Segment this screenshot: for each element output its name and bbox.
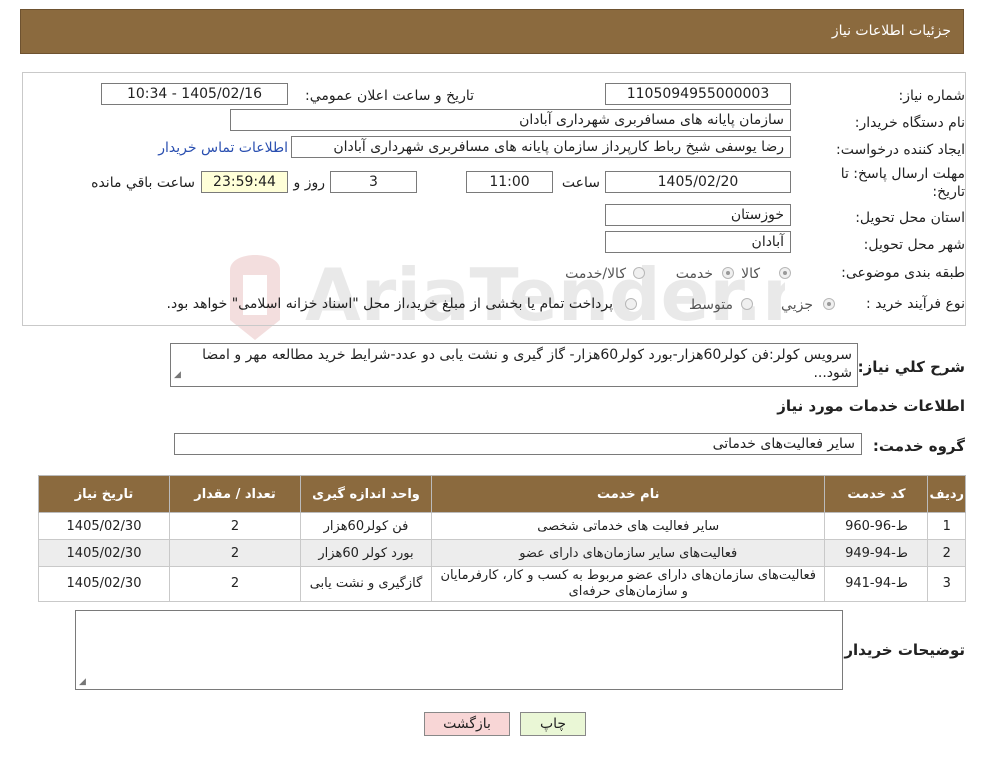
remaining-time-field: 23:59:44 [201, 171, 288, 193]
service-group-label: گروه خدمت: [872, 437, 965, 455]
cell-qty: 2 [169, 512, 301, 540]
treasury-note: پرداخت تمام يا بخشی از مبلغ خريد،از محل … [166, 296, 613, 312]
page-title: جزئيات اطلاعات نياز [831, 23, 951, 39]
time-label: ساعت [561, 175, 600, 191]
cell-name: فعالیت‌های سازمان‌های دارای عضو مربوط به… [430, 566, 826, 602]
category-radio-goods-service[interactable] [633, 267, 645, 279]
summary-textarea[interactable]: سرویس کولر:فن کولر60هزار-بورد کولر60هزار… [170, 343, 858, 387]
cell-idx: 3 [927, 566, 966, 602]
cell-qty: 2 [169, 539, 301, 567]
remaining-label: ساعت باقي مانده [91, 175, 195, 191]
category-option-service: خدمت [675, 266, 713, 282]
need-number-label: شماره نياز: [898, 88, 966, 104]
cell-idx: 2 [927, 539, 966, 567]
days-label: روز و [293, 175, 326, 191]
table-row: 3 ط-94-941 فعالیت‌های سازمان‌های دارای ع… [38, 566, 966, 602]
col-need-date: تاريخ نياز [38, 475, 170, 513]
col-service-name: نام خدمت [430, 475, 826, 513]
purchase-radio-treasury[interactable] [625, 298, 637, 310]
col-row-number: رديف [927, 475, 966, 513]
creator-field: رضا یوسفی شیخ رباط کارپرداز سازمان پایان… [291, 136, 791, 158]
cell-date: 1405/02/30 [38, 512, 170, 540]
purchase-option-partial: جزيي [781, 297, 813, 313]
buyer-notes-label: توضيحات خريدار: [838, 641, 965, 659]
col-quantity: تعداد / مقدار [169, 475, 301, 513]
resize-grip-icon[interactable]: ◢ [174, 366, 181, 384]
category-option-goods: کالا [741, 266, 760, 282]
services-title: اطلاعات خدمات مورد نياز [777, 397, 965, 415]
cell-date: 1405/02/30 [38, 539, 170, 567]
services-table: رديف کد خدمت نام خدمت واحد اندازه گيری ت… [38, 475, 966, 602]
need-number-field: 1105094955000003 [605, 83, 791, 105]
deadline-label: مهلت ارسال پاسخ: تا تاريخ: [840, 166, 965, 200]
creator-label: ايجاد کننده درخواست: [836, 142, 965, 158]
category-option-goods-service: کالا/خدمت [565, 266, 626, 282]
table-row: 1 ط-96-960 سایر فعالیت های خدماتی شخصی ف… [38, 512, 966, 540]
purchase-type-label: نوع فرآيند خريد : [866, 296, 965, 312]
col-service-code: کد خدمت [824, 475, 929, 513]
announce-field: 1405/02/16 - 10:34 [101, 83, 288, 105]
cell-code: ط-94-941 [824, 566, 929, 602]
cell-date: 1405/02/30 [38, 566, 170, 602]
table-row: 2 ط-94-949 فعالیت‌های سایر سازمان‌های دا… [38, 539, 966, 567]
purchase-option-medium: متوسط [689, 297, 733, 313]
cell-name: سایر فعالیت های خدماتی شخصی [430, 512, 826, 540]
city-field: آبادان [605, 231, 791, 253]
province-label: استان محل تحويل: [855, 210, 965, 226]
resize-grip-icon[interactable]: ◢ [79, 677, 86, 687]
page-header: جزئيات اطلاعات نياز [20, 9, 964, 54]
cell-qty: 2 [169, 566, 301, 602]
deadline-time-field: 11:00 [466, 171, 553, 193]
col-unit: واحد اندازه گيری [300, 475, 432, 513]
days-field: 3 [330, 171, 417, 193]
cell-name: فعالیت‌های سایر سازمان‌های دارای عضو [430, 539, 826, 567]
deadline-date-field: 1405/02/20 [605, 171, 791, 193]
category-radio-goods[interactable] [779, 267, 791, 279]
service-group-field: سایر فعالیت‌های خدماتی [174, 433, 862, 455]
buyer-field: سازمان پایانه های مسافربری شهرداری آبادا… [230, 109, 791, 131]
cell-code: ط-94-949 [824, 539, 929, 567]
buyer-notes-textarea[interactable]: ◢ [75, 610, 843, 690]
cell-unit: فن کولر60هزار [300, 512, 432, 540]
category-radio-service[interactable] [722, 267, 734, 279]
cell-code: ط-96-960 [824, 512, 929, 540]
cell-unit: بورد کولر 60هزار [300, 539, 432, 567]
back-button[interactable]: بازگشت [424, 712, 510, 736]
contact-info-link[interactable]: اطلاعات تماس خريدار [158, 140, 288, 156]
services-table-header: رديف کد خدمت نام خدمت واحد اندازه گيری ت… [38, 475, 966, 513]
city-label: شهر محل تحويل: [863, 237, 965, 253]
summary-text: سرویس کولر:فن کولر60هزار-بورد کولر60هزار… [202, 347, 852, 381]
buyer-label: نام دستگاه خريدار: [854, 115, 965, 131]
cell-idx: 1 [927, 512, 966, 540]
print-button[interactable]: چاپ [520, 712, 586, 736]
purchase-radio-partial[interactable] [823, 298, 835, 310]
summary-label: شرح کلي نياز: [857, 358, 965, 376]
province-field: خوزستان [605, 204, 791, 226]
cell-unit: گازگیری و نشت یابی [300, 566, 432, 602]
announce-label: تاريخ و ساعت اعلان عمومي: [305, 88, 474, 104]
purchase-radio-medium[interactable] [741, 298, 753, 310]
category-label: طبقه بندی موضوعی: [841, 265, 965, 281]
